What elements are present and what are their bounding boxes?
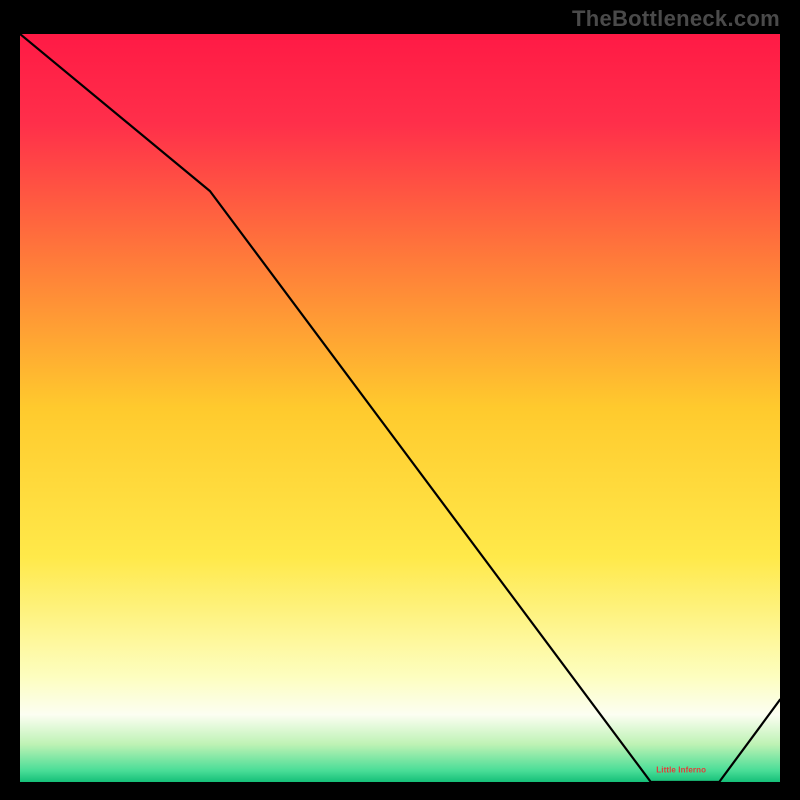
chart-svg: Little Inferno xyxy=(20,34,780,782)
valley-annotation: Little Inferno xyxy=(656,765,706,774)
watermark-text: TheBottleneck.com xyxy=(572,6,780,32)
chart-container: TheBottleneck.com Little Inferno xyxy=(0,0,800,800)
gradient-background xyxy=(20,34,780,782)
plot-area: Little Inferno xyxy=(20,34,780,782)
